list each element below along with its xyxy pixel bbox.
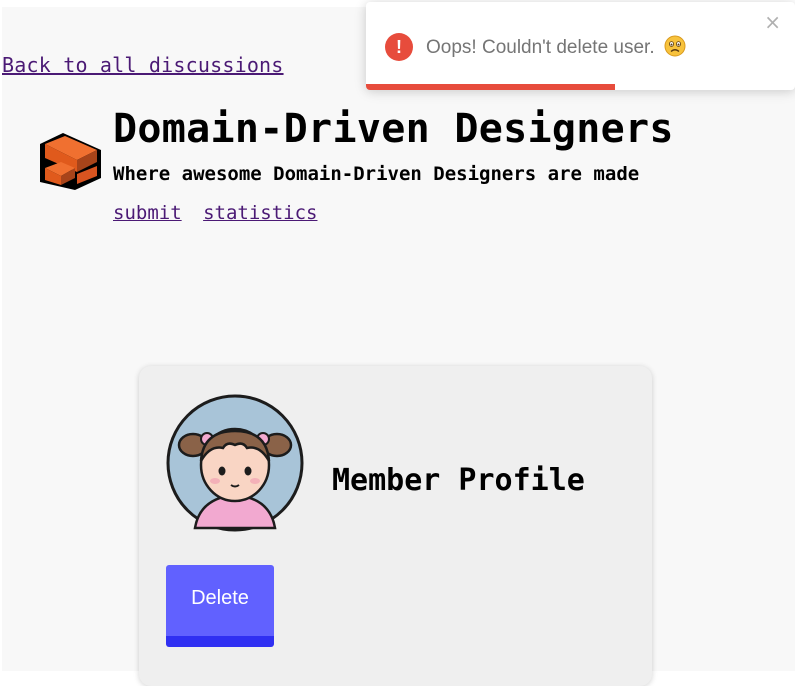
toast-message: Oops! Couldn't delete user. (426, 35, 686, 59)
toast-message-text: Oops! Couldn't delete user. (426, 37, 655, 58)
page-subtitle: Where awesome Domain-Driven Designers ar… (113, 163, 640, 185)
close-icon[interactable]: × (764, 12, 781, 32)
exclamation-icon: ! (385, 33, 413, 61)
member-profile-card: Member Profile Delete (139, 366, 652, 686)
statistics-link[interactable]: statistics (203, 202, 317, 224)
header-nav: submit statistics (113, 202, 327, 224)
bricks-logo-icon (40, 133, 101, 190)
page-title: Domain-Driven Designers (113, 106, 674, 152)
toast-progress-bar (366, 84, 615, 90)
back-to-discussions-link[interactable]: Back to all discussions (2, 53, 284, 77)
submit-link[interactable]: submit (113, 202, 182, 224)
member-profile-heading: Member Profile (332, 463, 585, 498)
avatar (166, 394, 304, 532)
error-toast[interactable]: ! Oops! Couldn't delete user. × (366, 2, 795, 90)
delete-button[interactable]: Delete (166, 565, 274, 647)
frowning-face-icon (664, 35, 686, 57)
